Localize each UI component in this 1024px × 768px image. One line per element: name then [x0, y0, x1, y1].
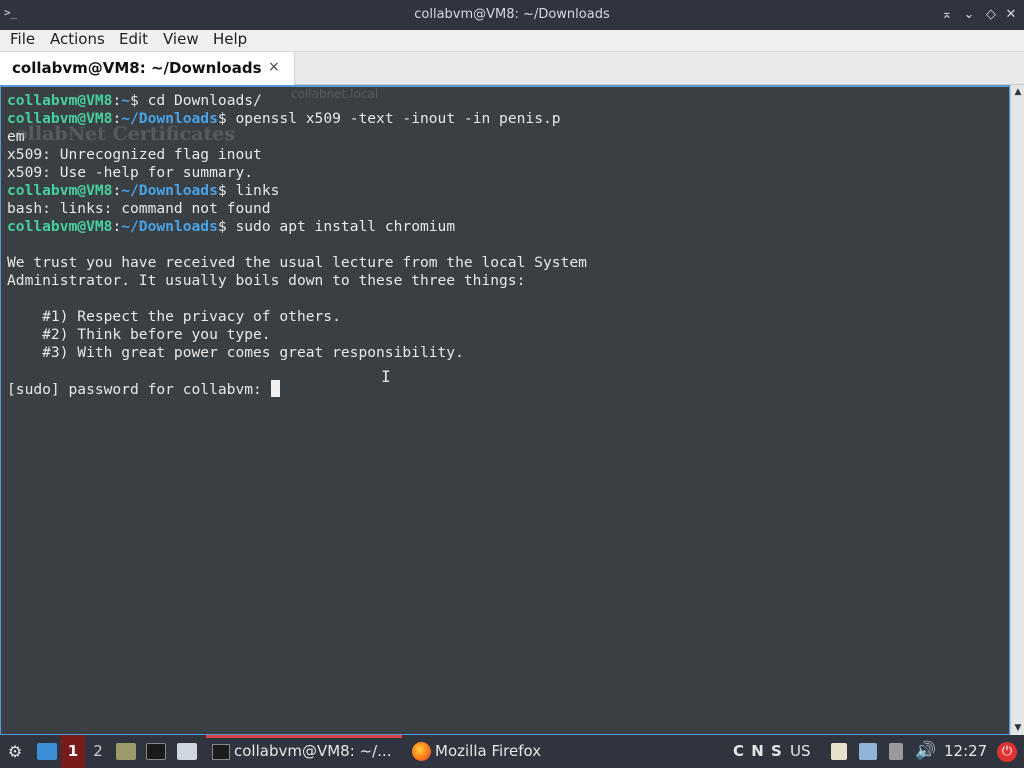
window-title: collabvm@VM8: ~/Downloads — [414, 7, 610, 22]
maximize-icon[interactable]: ◇ — [982, 6, 1000, 24]
tab-label: collabvm@VM8: ~/Downloads — [12, 59, 262, 77]
firefox-icon — [412, 742, 431, 761]
text-cursor — [270, 380, 280, 397]
task-firefox-label: Mozilla Firefox — [435, 742, 542, 760]
prompt-user: collabvm@VM8 — [7, 92, 113, 109]
terminal-scrollbar[interactable]: ▲ ▼ — [1010, 85, 1024, 735]
menu-bar: File Actions Edit View Help — [0, 30, 1024, 52]
output-text: We trust you have received the usual lec… — [7, 254, 587, 271]
keep-above-icon[interactable]: ⌅ — [938, 6, 956, 24]
battery-icon[interactable] — [889, 743, 903, 760]
command-text: openssl x509 -text -inout -in penis.p — [226, 110, 561, 127]
prompt-path: ~/Downloads — [121, 182, 218, 199]
terminal-line: Administrator. It usually boils down to … — [7, 272, 587, 290]
tab-bar: collabvm@VM8: ~/Downloads × — [0, 52, 1024, 85]
terminal-line: #2) Think before you type. — [7, 326, 587, 344]
command-text: cd Downloads/ — [138, 92, 262, 109]
title-bar[interactable]: >_ collabvm@VM8: ~/Downloads ⌅ ⌄ ◇ ✕ — [0, 0, 1024, 30]
start-menu-icon[interactable]: ⚙ — [4, 735, 26, 768]
file-manager-icon[interactable] — [116, 743, 136, 760]
output-text: #1) Respect the privacy of others. — [7, 308, 341, 325]
close-icon[interactable]: ✕ — [1002, 6, 1020, 24]
terminal-line: We trust you have received the usual lec… — [7, 254, 587, 272]
task-terminal-label: collabvm@VM8: ~/... — [234, 742, 392, 760]
task-firefox[interactable]: Mozilla Firefox — [410, 735, 560, 768]
show-desktop-icon[interactable] — [37, 743, 57, 760]
command-text: links — [226, 182, 280, 199]
terminal-line: x509: Unrecognized flag inout — [7, 146, 587, 164]
keyboard-lock-indicators: C N S — [733, 742, 783, 760]
command-text: sudo apt install chromium — [226, 218, 456, 235]
terminal-output: collabvm@VM8:~$ cd Downloads/collabvm@VM… — [7, 92, 587, 398]
prompt-user: collabvm@VM8 — [7, 110, 113, 127]
minimize-icon[interactable]: ⌄ — [960, 6, 978, 24]
output-text: #2) Think before you type. — [7, 326, 271, 343]
output-text: x509: Use -help for summary. — [7, 164, 254, 181]
clock[interactable]: 12:27 — [944, 735, 987, 768]
prompt-user: collabvm@VM8 — [7, 182, 113, 199]
terminal-line: em — [7, 128, 587, 146]
prompt-path: ~/Downloads — [121, 218, 218, 235]
mouse-ibeam-icon: I — [381, 367, 391, 386]
output-text: x509: Unrecognized flag inout — [7, 146, 262, 163]
terminal-line: #1) Respect the privacy of others. — [7, 308, 587, 326]
prompt-user: collabvm@VM8 — [7, 218, 113, 235]
volume-icon[interactable]: 🔊 — [915, 735, 936, 768]
output-text: em — [7, 128, 25, 145]
terminal-line: collabvm@VM8:~/Downloads$ sudo apt insta… — [7, 218, 456, 235]
clipboard-icon[interactable] — [831, 743, 847, 760]
keyboard-layout[interactable]: US — [790, 735, 811, 768]
menu-edit[interactable]: Edit — [117, 30, 150, 52]
menu-actions[interactable]: Actions — [48, 30, 107, 52]
output-text: #3) With great power comes great respons… — [7, 344, 464, 361]
power-icon[interactable]: ⏻ — [997, 742, 1017, 762]
taskbar: ⚙ 1 2 collabvm@VM8: ~/... Mozilla Firefo… — [0, 735, 1024, 768]
workspace-2[interactable]: 2 — [88, 735, 108, 768]
output-text: bash: links: command not found — [7, 200, 271, 217]
terminal-line: #3) With great power comes great respons… — [7, 344, 587, 362]
text-editor-icon[interactable] — [177, 743, 197, 760]
terminal-line: collabvm@VM8:~/Downloads$ openssl x509 -… — [7, 110, 561, 127]
prompt-path: ~/Downloads — [121, 110, 218, 127]
terminal-line: collabvm@VM8:~/Downloads$ links — [7, 182, 280, 199]
terminal-line: collabvm@VM8:~$ cd Downloads/ — [7, 92, 262, 109]
prompt-path: ~ — [121, 92, 131, 109]
menu-view[interactable]: View — [161, 30, 201, 52]
terminal-icon — [212, 744, 230, 760]
scroll-up-icon[interactable]: ▲ — [1013, 87, 1023, 97]
menu-file[interactable]: File — [8, 30, 37, 52]
workspace-1[interactable]: 1 — [61, 735, 85, 768]
scroll-down-icon[interactable]: ▼ — [1013, 723, 1023, 733]
output-text: Administrator. It usually boils down to … — [7, 272, 526, 289]
tab-close-icon[interactable]: × — [268, 59, 280, 75]
terminal-line: bash: links: command not found — [7, 200, 587, 218]
tab-terminal[interactable]: collabvm@VM8: ~/Downloads × — [0, 52, 295, 85]
network-icon[interactable] — [859, 743, 877, 760]
terminal-view[interactable]: ollabNet Certificates collabnet.local co… — [0, 85, 1010, 735]
output-text: [sudo] password for collabvm: — [7, 381, 271, 398]
terminal-line: [sudo] password for collabvm: — [7, 380, 587, 398]
task-terminal[interactable]: collabvm@VM8: ~/... — [206, 735, 402, 768]
terminal-launcher-icon[interactable] — [146, 743, 166, 760]
terminal-line: x509: Use -help for summary. — [7, 164, 587, 182]
menu-help[interactable]: Help — [211, 30, 249, 52]
